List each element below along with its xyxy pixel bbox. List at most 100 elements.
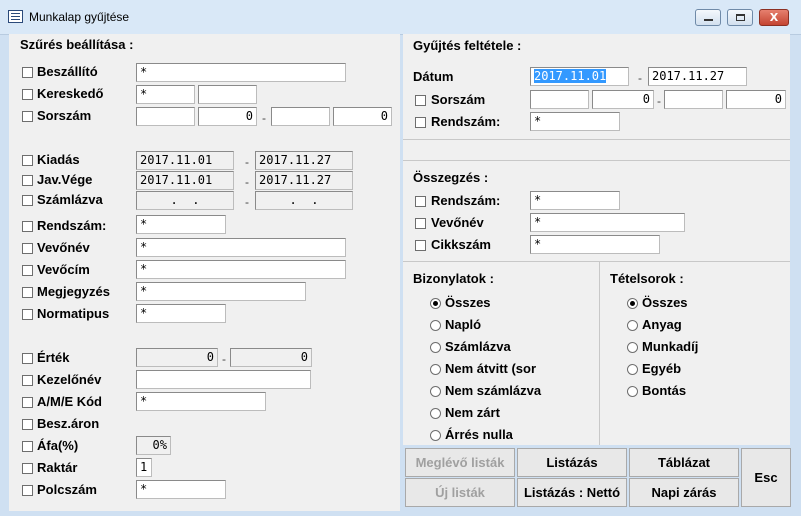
sorszam-from[interactable]: 0	[198, 107, 257, 126]
existing-lists-button[interactable]: Meglévő listák	[405, 448, 515, 477]
radio-option-label[interactable]: Nem zárt	[445, 405, 500, 420]
megjegyzes-checkbox[interactable]	[22, 287, 33, 298]
radio-option-label[interactable]: Összes	[642, 295, 688, 310]
keresked-field-1[interactable]: *	[136, 85, 195, 104]
keresked-checkbox[interactable]	[22, 89, 33, 100]
radio-button[interactable]	[430, 298, 441, 309]
ertek-checkbox[interactable]	[22, 353, 33, 364]
afa-field[interactable]: 0%	[136, 436, 171, 455]
radio-option-label[interactable]: Árrés nulla	[445, 427, 513, 442]
radio-button[interactable]	[430, 364, 441, 375]
raktar-checkbox[interactable]	[22, 463, 33, 474]
collect-sorszam-a[interactable]	[530, 90, 589, 109]
summary-rendszam-checkbox[interactable]	[415, 196, 426, 207]
radio-option-label[interactable]: Munkadíj	[642, 339, 698, 354]
close-button[interactable]: X	[759, 9, 789, 26]
szamlazva-to[interactable]: . .	[255, 191, 353, 210]
keresked-label: Kereskedő	[37, 86, 104, 101]
radio-option-label[interactable]: Egyéb	[642, 361, 681, 376]
raktar-field[interactable]: 1	[136, 458, 152, 477]
summary-vevonev-field[interactable]: *	[530, 213, 685, 232]
collect-rendszam-field[interactable]: *	[530, 112, 620, 131]
radio-option-label[interactable]: Bontás	[642, 383, 686, 398]
sorszam-to-prefix[interactable]	[271, 107, 330, 126]
radio-button[interactable]	[430, 342, 441, 353]
summary-cikkszam-field[interactable]: *	[530, 235, 660, 254]
rendszam-field[interactable]: *	[136, 215, 226, 234]
keresked-field-2[interactable]	[198, 85, 257, 104]
sorszam-to[interactable]: 0	[333, 107, 392, 126]
javvege-checkbox[interactable]	[22, 175, 33, 186]
radio-option-label[interactable]: Anyag	[642, 317, 682, 332]
ertek-dash: -	[222, 352, 226, 366]
sorszam-from-prefix[interactable]	[136, 107, 195, 126]
summary-cikkszam-checkbox[interactable]	[415, 240, 426, 251]
ertek-to[interactable]: 0	[230, 348, 312, 367]
collect-sorszam-b[interactable]: 0	[592, 90, 654, 109]
esc-button[interactable]: Esc	[741, 448, 791, 507]
beszallito-checkbox[interactable]	[22, 67, 33, 78]
javvege-to[interactable]: 2017.11.27	[255, 171, 353, 190]
szamlazva-from[interactable]: . .	[136, 191, 234, 210]
javvege-from[interactable]: 2017.11.01	[136, 171, 234, 190]
radio-button[interactable]	[430, 430, 441, 441]
amekod-label: A/M/E Kód	[37, 394, 102, 409]
vevonev-checkbox[interactable]	[22, 243, 33, 254]
table-button[interactable]: Táblázat	[629, 448, 739, 477]
radio-button[interactable]	[430, 320, 441, 331]
vevonev-field[interactable]: *	[136, 238, 346, 257]
radio-button[interactable]	[627, 298, 638, 309]
radio-button[interactable]	[430, 386, 441, 397]
daily-close-button[interactable]: Napi zárás	[629, 478, 739, 507]
beszaron-checkbox[interactable]	[22, 419, 33, 430]
polcszam-checkbox[interactable]	[22, 485, 33, 496]
kezelonev-field[interactable]	[136, 370, 311, 389]
kezelonev-label: Kezelőnév	[37, 372, 102, 387]
minimize-button[interactable]	[695, 9, 721, 26]
radio-button[interactable]	[627, 364, 638, 375]
radio-option-label[interactable]: Összes	[445, 295, 491, 310]
radio-button[interactable]	[627, 386, 638, 397]
megjegyzes-field[interactable]: *	[136, 282, 306, 301]
amekod-checkbox[interactable]	[22, 397, 33, 408]
radio-button[interactable]	[430, 408, 441, 419]
collect-rendszam-checkbox[interactable]	[415, 117, 426, 128]
rendszam-checkbox[interactable]	[22, 221, 33, 232]
normatipus-field[interactable]: *	[136, 304, 226, 323]
polcszam-field[interactable]: *	[136, 480, 226, 499]
normatipus-checkbox[interactable]	[22, 309, 33, 320]
kiadas-checkbox[interactable]	[22, 155, 33, 166]
sorszam-checkbox[interactable]	[22, 111, 33, 122]
radio-button[interactable]	[627, 320, 638, 331]
filter-title: Szűrés beállítása :	[20, 37, 134, 52]
raktar-label: Raktár	[37, 460, 78, 475]
summary-vevonev-checkbox[interactable]	[415, 218, 426, 229]
ertek-from[interactable]: 0	[136, 348, 218, 367]
datum-from[interactable]: 2017.11.01	[530, 67, 629, 86]
kiadas-to[interactable]: 2017.11.27	[255, 151, 353, 170]
radio-option-label[interactable]: Számlázva	[445, 339, 511, 354]
maximize-button[interactable]	[727, 9, 753, 26]
radio-option-label[interactable]: Napló	[445, 317, 481, 332]
new-list-button[interactable]: Új listák	[405, 478, 515, 507]
datum-to[interactable]: 2017.11.27	[648, 67, 747, 86]
collect-sorszam-d[interactable]: 0	[726, 90, 786, 109]
beszallito-field[interactable]: *	[136, 63, 346, 82]
collect-sorszam-checkbox[interactable]	[415, 95, 426, 106]
radio-button[interactable]	[627, 342, 638, 353]
listing-button[interactable]: Listázás	[517, 448, 627, 477]
listing-net-button[interactable]: Listázás : Nettó	[517, 478, 627, 507]
kezelonev-checkbox[interactable]	[22, 375, 33, 386]
vertical-divider	[599, 262, 600, 445]
radio-option-label[interactable]: Nem átvitt (sor	[445, 361, 536, 376]
collect-sorszam-c[interactable]	[664, 90, 723, 109]
szamlazva-checkbox[interactable]	[22, 195, 33, 206]
kiadas-from[interactable]: 2017.11.01	[136, 151, 234, 170]
summary-rendszam-field[interactable]: *	[530, 191, 620, 210]
amekod-field[interactable]: *	[136, 392, 266, 411]
javvege-dash: -	[245, 175, 249, 189]
radio-option-label[interactable]: Nem számlázva	[445, 383, 541, 398]
vevocim-checkbox[interactable]	[22, 265, 33, 276]
vevocim-field[interactable]: *	[136, 260, 346, 279]
afa-checkbox[interactable]	[22, 441, 33, 452]
